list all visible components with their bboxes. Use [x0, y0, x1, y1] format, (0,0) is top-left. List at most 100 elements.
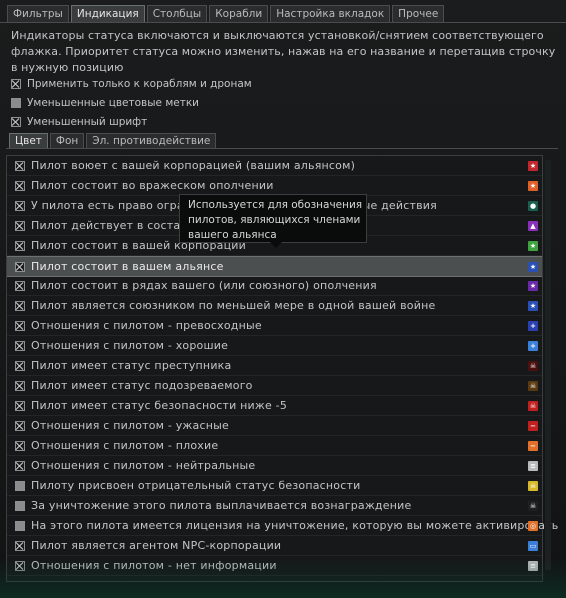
status-label: На этого пилота имеется лицензия на унич… — [31, 519, 559, 532]
status-checkbox[interactable] — [15, 400, 25, 411]
option-label: Применить только к кораблям и дронам — [27, 78, 252, 90]
status-checkbox[interactable] — [15, 160, 25, 171]
star-icon: ★ — [528, 161, 538, 171]
tab-ships[interactable]: Корабли — [209, 5, 269, 23]
status-label: Пилот имеет статус преступника — [31, 359, 232, 372]
status-checkbox[interactable] — [15, 420, 25, 431]
status-row[interactable]: Отношения с пилотом - превосходные + — [7, 316, 542, 336]
status-checkbox[interactable] — [15, 380, 25, 391]
status-checkbox[interactable] — [15, 320, 25, 331]
status-checkbox[interactable] — [15, 220, 25, 231]
tab-tab-settings[interactable]: Настройка вкладок — [270, 5, 391, 23]
status-checkbox[interactable] — [15, 340, 25, 351]
status-checkbox[interactable] — [15, 360, 25, 371]
chat-icon: ▭ — [528, 541, 538, 551]
status-label: Пилот воюет с вашей корпорацией (вашим а… — [31, 159, 356, 172]
star-icon: ★ — [528, 181, 538, 191]
skull-icon: ☠ — [528, 481, 538, 491]
plus-icon: + — [528, 341, 538, 351]
skull-icon: ☠ — [528, 401, 538, 411]
status-row[interactable]: Пилот состоит в вашем альянсе ★ — [7, 256, 542, 277]
status-label: Отношения с пилотом - хорошие — [31, 339, 229, 352]
tab-ewar[interactable]: Эл. противодействие — [86, 133, 217, 149]
checkbox[interactable] — [11, 79, 21, 89]
status-label: Отношения с пилотом - плохие — [31, 439, 219, 452]
tooltip: Используется для обозначения пилотов, яв… — [179, 194, 367, 248]
status-row[interactable]: Пилоту присвоен отрицательный статус без… — [7, 476, 542, 496]
status-checkbox[interactable] — [15, 560, 25, 571]
status-label: За уничтожение этого пилота выплачиваетс… — [31, 499, 412, 512]
top-tab-bar: Фильтры Индикация Столбцы Корабли Настро… — [7, 5, 445, 23]
tab-filters[interactable]: Фильтры — [7, 5, 69, 23]
sub-tab-bar: Цвет Фон Эл. противодействие — [9, 133, 217, 149]
star-icon: ★ — [528, 301, 538, 311]
equals-icon: ≡ — [528, 561, 538, 571]
status-label: Отношения с пилотом - нет информации — [31, 559, 277, 572]
skull-icon: ☠ — [528, 381, 538, 391]
status-row[interactable]: Отношения с пилотом - ужасные − — [7, 416, 542, 436]
option-label: Уменьшенные цветовые метки — [27, 97, 199, 109]
star-icon: ★ — [528, 281, 538, 291]
tab-divider — [0, 22, 566, 23]
checkbox[interactable] — [11, 98, 21, 108]
equals-icon: ≡ — [528, 461, 538, 471]
status-label: Отношения с пилотом - нейтральные — [31, 459, 256, 472]
pod-icon: ● — [528, 201, 538, 211]
status-label: Пилот является союзником по меньшей мере… — [31, 299, 436, 312]
status-label: Отношения с пилотом - превосходные — [31, 319, 262, 332]
minus-icon: − — [528, 421, 538, 431]
status-row[interactable]: Отношения с пилотом - плохие − — [7, 436, 542, 456]
status-checkbox[interactable] — [15, 261, 25, 272]
status-row[interactable]: Пилот состоит в рядах вашего (или союзно… — [7, 276, 542, 296]
status-checkbox[interactable] — [15, 300, 25, 311]
status-row[interactable]: Пилот является агентом NPC-корпорации ▭ — [7, 536, 542, 556]
sub-tab-divider — [6, 148, 558, 149]
option-small-font[interactable]: Уменьшенный шрифт — [11, 115, 147, 129]
status-row[interactable]: Пилот состоит во вражеском ополчении ★ — [7, 176, 542, 196]
target-icon: ◎ — [528, 521, 538, 531]
status-checkbox[interactable] — [15, 200, 25, 211]
status-row[interactable]: За уничтожение этого пилота выплачиваетс… — [7, 496, 542, 516]
status-checkbox[interactable] — [15, 180, 25, 191]
status-checkbox[interactable] — [15, 500, 25, 511]
status-label: Пилот имеет статус безопасности ниже -5 — [31, 399, 288, 412]
status-row[interactable]: На этого пилота имеется лицензия на унич… — [7, 516, 558, 536]
status-row[interactable]: Отношения с пилотом - нет информации ≡ — [7, 556, 542, 576]
skull-icon: ☠ — [528, 361, 538, 371]
star-icon: ★ — [528, 262, 538, 272]
plus-icon: + — [528, 321, 538, 331]
option-label: Уменьшенный шрифт — [27, 116, 148, 128]
tab-color[interactable]: Цвет — [9, 133, 48, 149]
tab-misc[interactable]: Прочее — [392, 5, 445, 23]
status-row[interactable]: Пилот является союзником по меньшей мере… — [7, 296, 542, 316]
status-row[interactable]: Отношения с пилотом - нейтральные ≡ — [7, 456, 542, 476]
status-checkbox[interactable] — [15, 280, 25, 291]
status-label: Пилот состоит в рядах вашего (или союзно… — [31, 279, 377, 292]
status-row[interactable]: Пилот имеет статус преступника ☠ — [7, 356, 542, 376]
rocket-icon: ▲ — [528, 221, 538, 231]
skull-icon: ☠ — [528, 501, 538, 511]
tab-appearance[interactable]: Индикация — [70, 5, 145, 23]
option-ships-drones-only[interactable]: Применить только к кораблям и дронам — [11, 77, 252, 91]
option-small-color-tags[interactable]: Уменьшенные цветовые метки — [11, 96, 199, 110]
status-checkbox[interactable] — [15, 460, 25, 471]
checkbox[interactable] — [11, 117, 21, 127]
status-label: Пилоту присвоен отрицательный статус без… — [31, 479, 361, 492]
minus-icon: − — [528, 441, 538, 451]
status-label: Пилот состоит в вашем альянсе — [31, 260, 224, 273]
tab-background[interactable]: Фон — [49, 133, 85, 149]
status-row[interactable]: Пилот имеет статус безопасности ниже -5 ☠ — [7, 396, 542, 416]
status-checkbox[interactable] — [15, 520, 25, 531]
status-checkbox[interactable] — [15, 240, 25, 251]
scrollbar[interactable] — [545, 160, 551, 570]
status-row[interactable]: Пилот воюет с вашей корпорацией (вашим а… — [7, 156, 542, 176]
description-text: Индикаторы статуса включаются и выключаю… — [11, 29, 556, 74]
status-row[interactable]: Отношения с пилотом - хорошие + — [7, 336, 542, 356]
status-label: Пилот является агентом NPC-корпорации — [31, 539, 282, 552]
status-checkbox[interactable] — [15, 440, 25, 451]
status-row[interactable]: Пилот имеет статус подозреваемого ☠ — [7, 376, 542, 396]
tab-columns[interactable]: Столбцы — [146, 5, 208, 23]
status-checkbox[interactable] — [15, 480, 25, 491]
star-icon: ★ — [528, 241, 538, 251]
status-checkbox[interactable] — [15, 540, 25, 551]
